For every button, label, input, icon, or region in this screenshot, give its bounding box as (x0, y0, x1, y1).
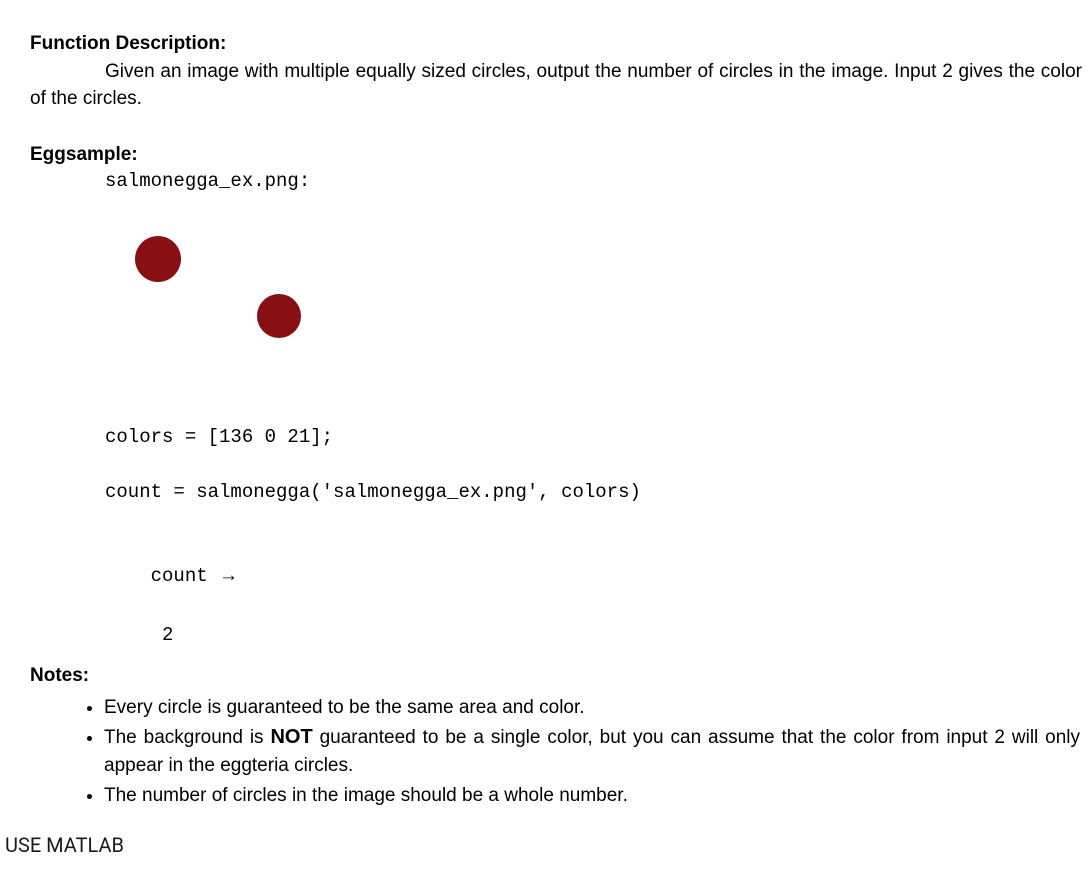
arrow-icon: → (219, 565, 238, 586)
function-description-block: Function Description:Given an image with… (30, 30, 1082, 113)
notes-list: Every circle is guaranteed to be the sam… (84, 694, 1082, 810)
result-label: count (151, 565, 219, 587)
bold-not: NOT (270, 726, 312, 748)
circle-icon (257, 294, 301, 338)
circle-icon (135, 236, 181, 282)
notes-heading: Notes: (30, 662, 1082, 690)
note-item: Every circle is guaranteed to be the sam… (104, 694, 1082, 722)
code-colors-line: colors = [136 0 21]; (105, 424, 1082, 452)
example-image (105, 216, 505, 406)
example-filename: salmonegga_ex.png: (105, 168, 1082, 196)
footer-instruction: USE MATLAB (5, 831, 1082, 860)
example-heading: Eggsample: (30, 141, 1082, 169)
result-value-line: 2 (105, 622, 1082, 650)
example-block: Eggsample: salmonegga_ex.png: colors = [… (30, 141, 1082, 650)
result-label-line: count → (105, 535, 1082, 619)
note-item: The background is NOT guaranteed to be a… (104, 723, 1082, 780)
code-call-line: count = salmonegga('salmonegga_ex.png', … (105, 479, 1082, 507)
function-description-text: Given an image with multiple equally siz… (30, 58, 1082, 113)
note-item: The number of circles in the image shoul… (104, 782, 1082, 810)
function-description-heading: Function Description: (30, 30, 1082, 58)
